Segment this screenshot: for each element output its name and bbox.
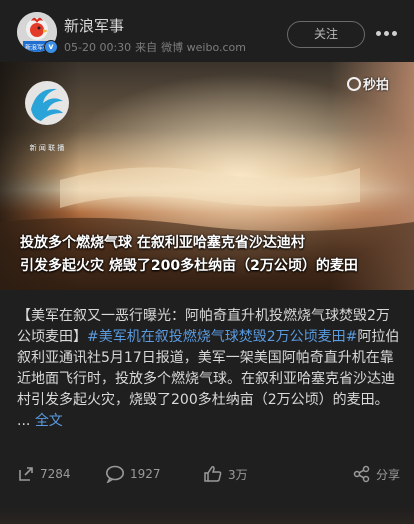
more-options-icon[interactable] — [376, 26, 398, 42]
post-timestamp: 05-20 00:30 — [64, 41, 132, 54]
video-caption-line-2: 引发多起火灾 烧毁了200多杜纳亩（2万公顷）的麦田 — [20, 258, 358, 274]
share-label: 分享 — [376, 467, 401, 482]
post-header: 新浪军事 v 新浪军事 05-20 00:30 来自 微博 weibo.com 关注 — [0, 0, 414, 62]
comment-count: 1927 — [130, 467, 161, 481]
follow-button[interactable]: 关注 — [287, 21, 365, 48]
next-post-preview — [0, 506, 414, 524]
miaopai-logo-icon — [347, 77, 361, 91]
miaopai-label: 秒拍 — [363, 78, 390, 93]
repost-button[interactable]: 7284 — [17, 460, 71, 488]
post-text: 【美军在叙又一恶行曝光：阿帕奇直升机投燃烧气球焚毁2万公顷麦田】#美军机在叙投燃… — [17, 306, 403, 432]
author-name[interactable]: 新浪军事 — [64, 15, 124, 36]
repost-count: 7284 — [40, 467, 71, 481]
post-source: 微博 weibo.com — [161, 41, 246, 54]
repost-icon — [19, 467, 33, 481]
news-logo-label: 新 闻 联 播 — [30, 143, 65, 152]
video-caption-line-1: 投放多个燃烧气球 在叙利亚哈塞克省沙达迪村 — [20, 235, 305, 251]
miaopai-watermark: 秒拍 — [347, 74, 389, 93]
news-channel-logo-icon: 新 闻 联 播 — [23, 79, 71, 159]
action-bar: 7284 1927 3万 分享 — [0, 460, 414, 488]
comment-icon — [106, 465, 124, 483]
read-more-link[interactable]: 全文 — [35, 413, 63, 429]
comment-button[interactable]: 1927 — [105, 460, 161, 488]
like-button[interactable]: 3万 — [203, 460, 248, 488]
hashtag-link[interactable]: #美军机在叙投燃烧气球焚毁2万公顷麦田# — [87, 329, 357, 345]
video-player[interactable]: 新 闻 联 播 秒拍 投放多个燃烧气球 在叙利亚哈塞克省沙达迪村 引发多起火灾 … — [0, 62, 414, 290]
verified-badge-icon: v — [44, 40, 58, 54]
share-button[interactable]: 分享 — [353, 460, 400, 488]
share-icon — [353, 465, 370, 483]
post-source-prefix: 来自 — [135, 41, 158, 54]
post-meta: 05-20 00:30 来自 微博 weibo.com — [64, 39, 250, 55]
thumbs-up-icon — [204, 466, 222, 482]
like-count: 3万 — [228, 467, 248, 482]
